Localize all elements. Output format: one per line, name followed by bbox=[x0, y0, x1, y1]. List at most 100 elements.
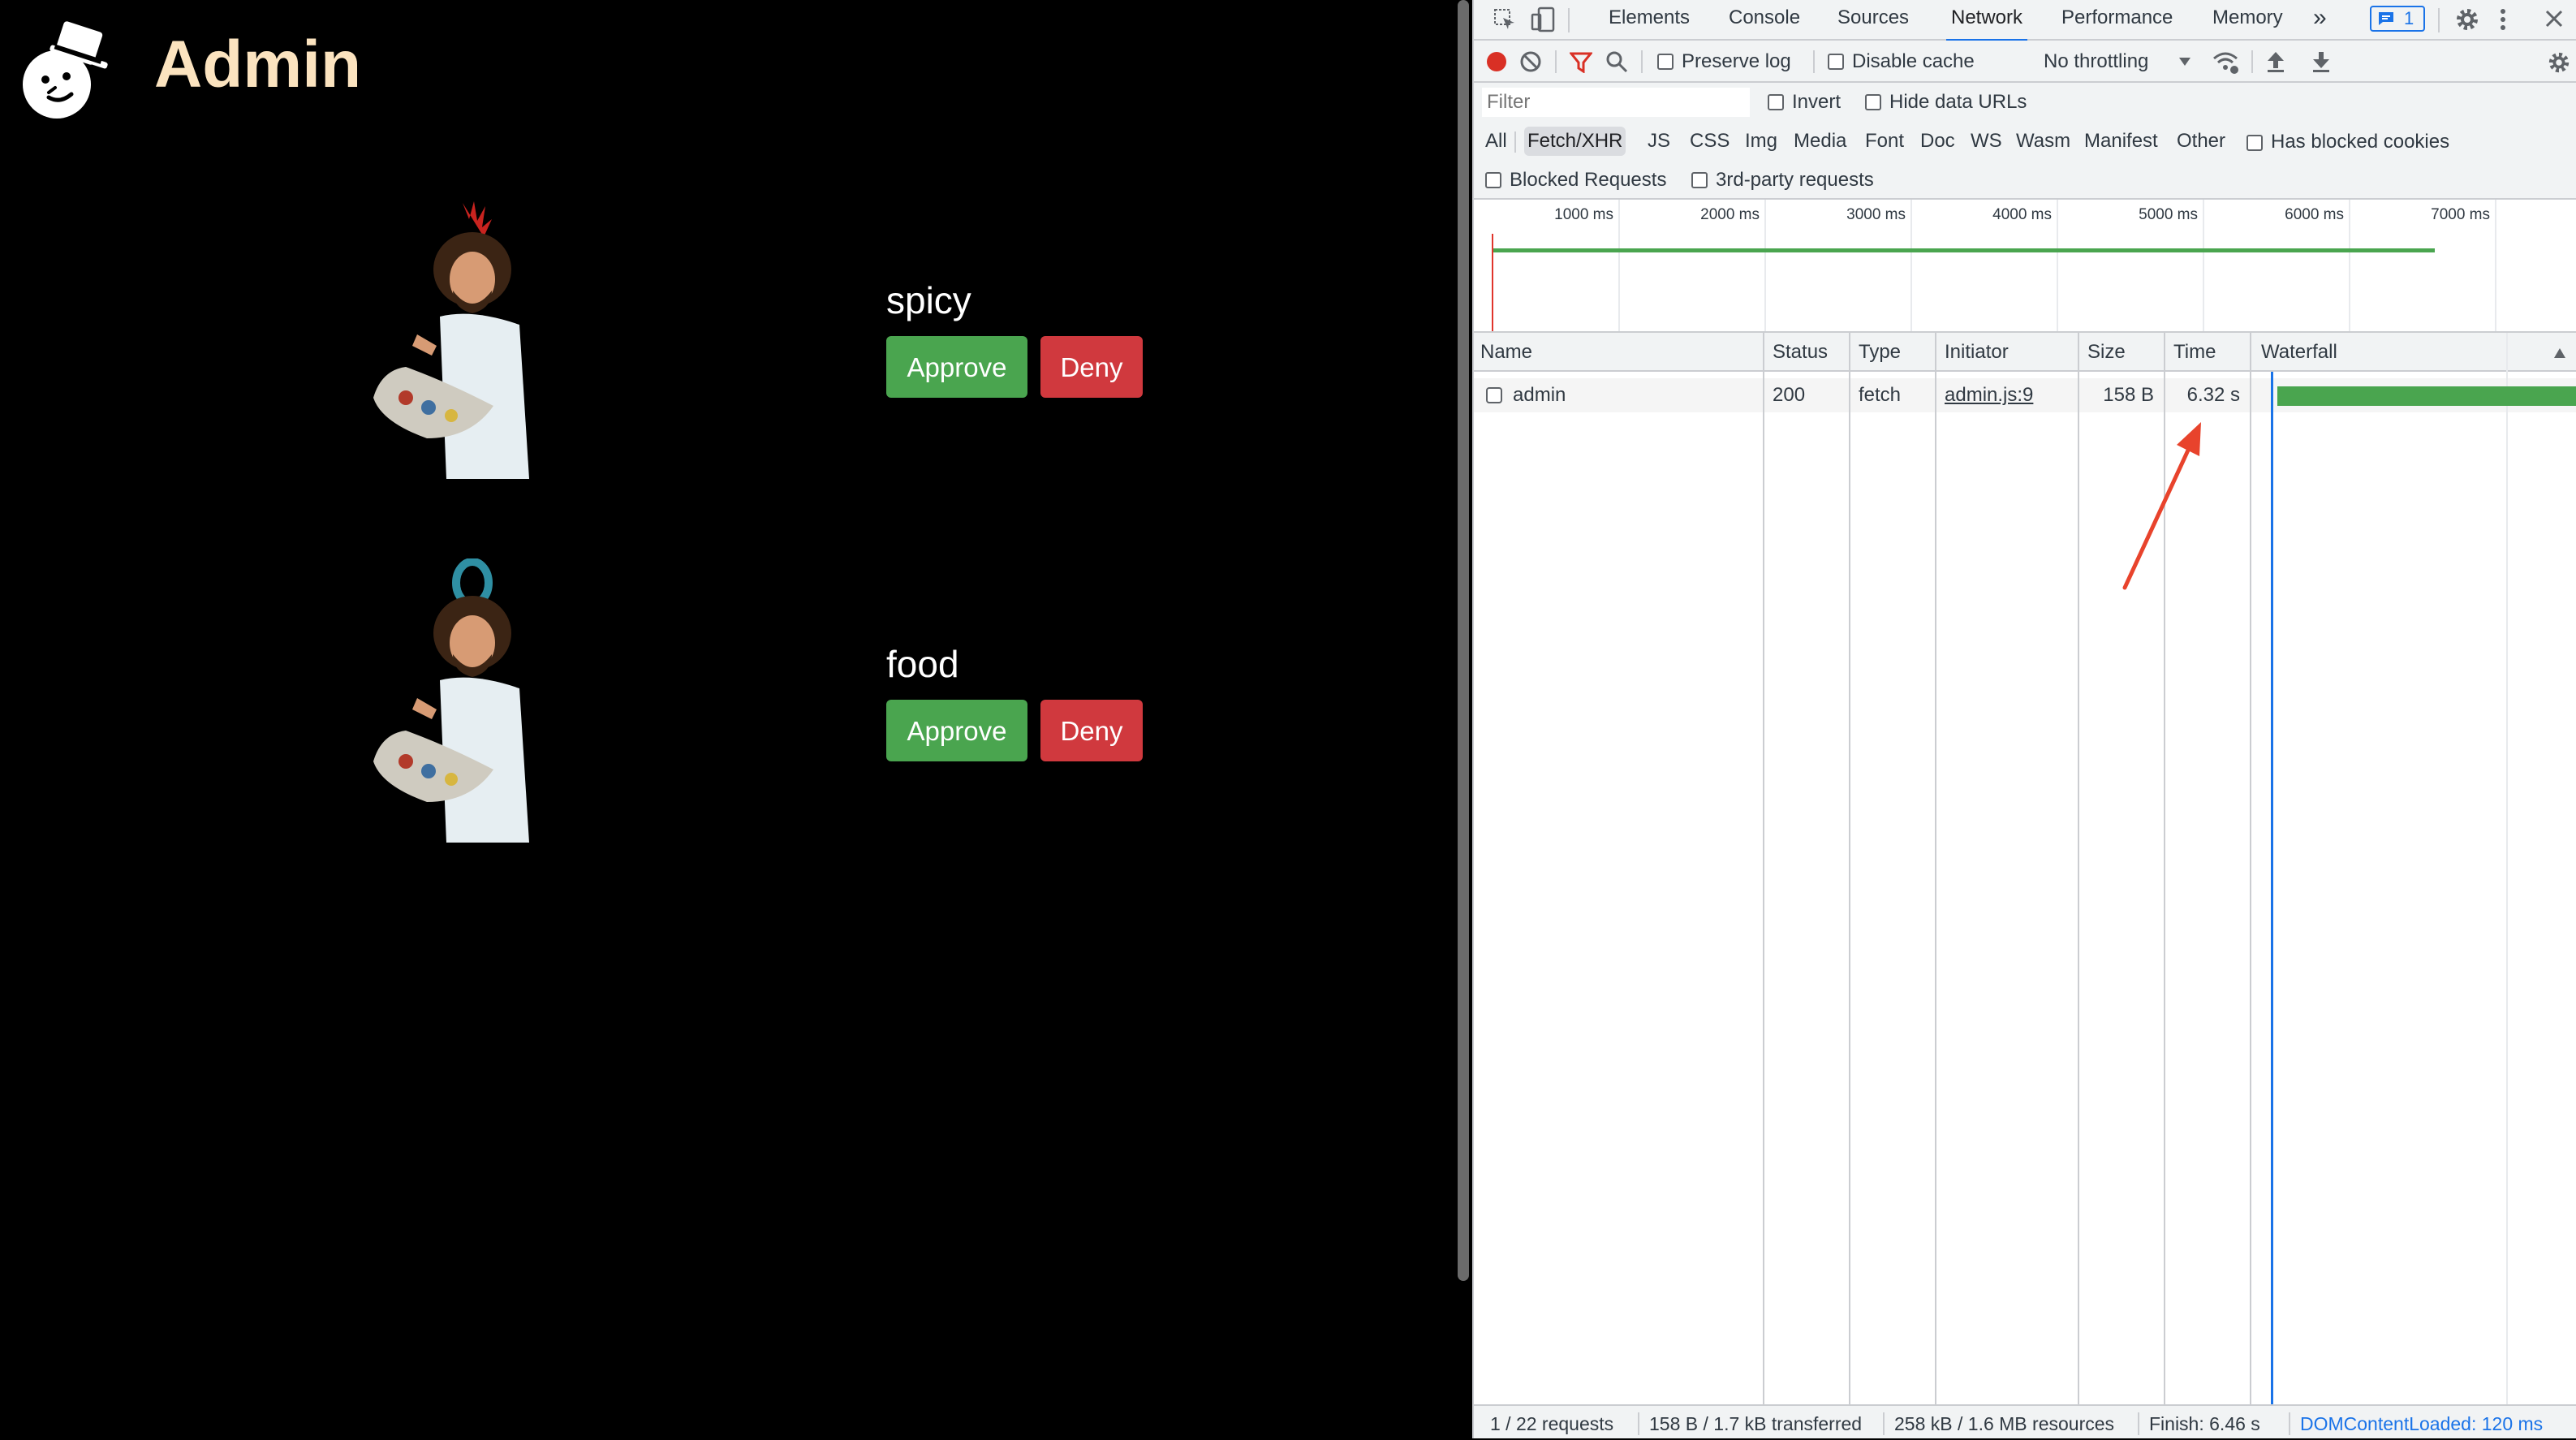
type-css[interactable]: CSS bbox=[1686, 127, 1733, 156]
status-resources: 258 kB / 1.6 MB resources bbox=[1894, 1413, 2115, 1434]
row-name[interactable]: admin bbox=[1513, 378, 1566, 412]
overview-gridline bbox=[2349, 200, 2350, 331]
third-party-checkbox[interactable] bbox=[1691, 172, 1708, 188]
column-divider bbox=[1935, 333, 1936, 1406]
type-all[interactable]: All bbox=[1482, 127, 1510, 156]
has-blocked-cookies-label: Has blocked cookies bbox=[2271, 131, 2450, 153]
deny-button-spicy[interactable]: Deny bbox=[1040, 336, 1143, 398]
search-icon[interactable] bbox=[1605, 50, 1628, 73]
kebab-menu-icon[interactable] bbox=[2498, 6, 2508, 32]
toolbar-divider bbox=[1555, 50, 1557, 73]
tab-memory[interactable]: Memory bbox=[2212, 0, 2283, 39]
column-type[interactable]: Type bbox=[1859, 333, 1901, 372]
type-wasm[interactable]: Wasm bbox=[2013, 127, 2074, 156]
network-conditions-icon[interactable] bbox=[2212, 50, 2240, 75]
item-name-food: food bbox=[886, 643, 959, 685]
blocked-requests-checkbox[interactable] bbox=[1485, 172, 1501, 188]
inspect-icon[interactable] bbox=[1493, 8, 1516, 31]
hide-data-urls-label: Hide data URLs bbox=[1889, 91, 2027, 113]
tab-console[interactable]: Console bbox=[1729, 0, 1800, 39]
disable-cache-label: Disable cache bbox=[1852, 50, 1975, 72]
type-img[interactable]: Img bbox=[1742, 127, 1781, 156]
resource-type-bar: All Fetch/XHR JS CSS Img Media Font Doc … bbox=[1474, 122, 2576, 162]
download-icon[interactable] bbox=[2311, 50, 2331, 73]
type-doc[interactable]: Doc bbox=[1917, 127, 1958, 156]
network-status-bar: 1 / 22 requests 158 B / 1.7 kB transferr… bbox=[1474, 1404, 2576, 1438]
page-title: Admin bbox=[154, 28, 362, 101]
sort-up-icon[interactable] bbox=[2553, 347, 2566, 359]
network-toolbar: Preserve log Disable cache No throttling bbox=[1474, 41, 2576, 83]
status-separator bbox=[1638, 1412, 1639, 1435]
settings-gear-icon[interactable] bbox=[2454, 6, 2480, 32]
type-font[interactable]: Font bbox=[1862, 127, 1907, 156]
blocked-requests-label: Blocked Requests bbox=[1510, 169, 1667, 191]
tab-network[interactable]: Network bbox=[1946, 0, 2028, 42]
row-type: fetch bbox=[1859, 384, 1902, 406]
overview-tick-label: 4000 ms bbox=[1992, 206, 2052, 223]
type-other[interactable]: Other bbox=[2173, 127, 2229, 156]
tabbar-divider-2 bbox=[2438, 8, 2440, 32]
message-icon bbox=[2379, 12, 2393, 25]
network-settings-icon[interactable] bbox=[2547, 50, 2571, 75]
column-time[interactable]: Time bbox=[2173, 333, 2216, 372]
preserve-log-checkbox[interactable] bbox=[1657, 54, 1674, 70]
column-divider bbox=[1849, 333, 1850, 1406]
record-icon[interactable] bbox=[1485, 50, 1508, 73]
column-status[interactable]: Status bbox=[1773, 333, 1828, 372]
overview-gridline bbox=[2203, 200, 2204, 331]
approve-button-spicy[interactable]: Approve bbox=[886, 336, 1027, 398]
invert-checkbox[interactable] bbox=[1768, 94, 1784, 110]
overview-gridline bbox=[1910, 200, 1912, 331]
deny-button-food[interactable]: Deny bbox=[1040, 700, 1143, 761]
overview-tick-label: 5000 ms bbox=[2139, 206, 2198, 223]
status-finish: Finish: 6.46 s bbox=[2149, 1413, 2260, 1434]
device-toggle-icon[interactable] bbox=[1531, 6, 1555, 32]
toolbar-divider-2 bbox=[1641, 50, 1643, 73]
close-icon[interactable] bbox=[2544, 8, 2565, 29]
type-manifest[interactable]: Manifest bbox=[2081, 127, 2161, 156]
status-requests: 1 / 22 requests bbox=[1490, 1413, 1614, 1434]
type-media[interactable]: Media bbox=[1790, 127, 1850, 156]
overview-tick-label: 6000 ms bbox=[2285, 206, 2344, 223]
devtools-tabbar: Elements Console Sources Network Perform… bbox=[1474, 0, 2576, 42]
tab-sources[interactable]: Sources bbox=[1837, 0, 1909, 39]
clear-icon[interactable] bbox=[1519, 50, 1542, 73]
overview-load-marker bbox=[1492, 234, 1493, 331]
upload-icon[interactable] bbox=[2266, 50, 2285, 73]
waterfall-gridline bbox=[2506, 333, 2508, 1406]
chevron-down-icon[interactable] bbox=[2178, 57, 2191, 67]
tab-performance[interactable]: Performance bbox=[2061, 0, 2173, 39]
overview-timeline[interactable]: 1000 ms 2000 ms 3000 ms 4000 ms 5000 ms … bbox=[1474, 200, 2576, 333]
row-status: 200 bbox=[1773, 384, 1806, 406]
overview-tick-label: 1000 ms bbox=[1554, 206, 1613, 223]
column-waterfall[interactable]: Waterfall bbox=[2261, 333, 2337, 372]
blocked-requests-bar: Blocked Requests 3rd-party requests bbox=[1474, 162, 2576, 200]
tab-elements[interactable]: Elements bbox=[1609, 0, 1690, 39]
item-name-spicy: spicy bbox=[886, 279, 971, 321]
column-divider bbox=[2250, 333, 2251, 1406]
issues-badge[interactable]: 1 bbox=[2370, 6, 2425, 32]
page-scrollbar-thumb[interactable] bbox=[1458, 0, 1469, 1281]
annotation-arrow-icon bbox=[2122, 422, 2201, 590]
column-size[interactable]: Size bbox=[2087, 333, 2126, 372]
filter-input[interactable] bbox=[1482, 88, 1750, 117]
column-name[interactable]: Name bbox=[1480, 333, 1532, 372]
row-initiator-link[interactable]: admin.js:9 bbox=[1945, 378, 2033, 412]
approve-button-food[interactable]: Approve bbox=[886, 700, 1027, 761]
invert-label: Invert bbox=[1792, 91, 1842, 113]
more-tabs-button[interactable]: » bbox=[2313, 0, 2327, 39]
disable-cache-checkbox[interactable] bbox=[1828, 54, 1844, 70]
column-initiator[interactable]: Initiator bbox=[1945, 333, 2009, 372]
type-ws[interactable]: WS bbox=[1967, 127, 2005, 156]
devtools-panel: Elements Console Sources Network Perform… bbox=[1472, 0, 2576, 1438]
type-fetch-xhr[interactable]: Fetch/XHR bbox=[1524, 127, 1626, 156]
has-blocked-cookies-checkbox[interactable] bbox=[2246, 135, 2263, 151]
filter-icon[interactable] bbox=[1570, 52, 1592, 73]
hide-data-urls-checkbox[interactable] bbox=[1865, 94, 1881, 110]
status-dom-content-loaded: DOMContentLoaded: 120 ms bbox=[2300, 1413, 2544, 1434]
column-divider bbox=[1763, 333, 1764, 1406]
preserve-log-label: Preserve log bbox=[1682, 50, 1791, 72]
type-js[interactable]: JS bbox=[1644, 127, 1674, 156]
tabbar-divider bbox=[1568, 8, 1570, 32]
throttling-select[interactable]: No throttling bbox=[2044, 41, 2148, 83]
